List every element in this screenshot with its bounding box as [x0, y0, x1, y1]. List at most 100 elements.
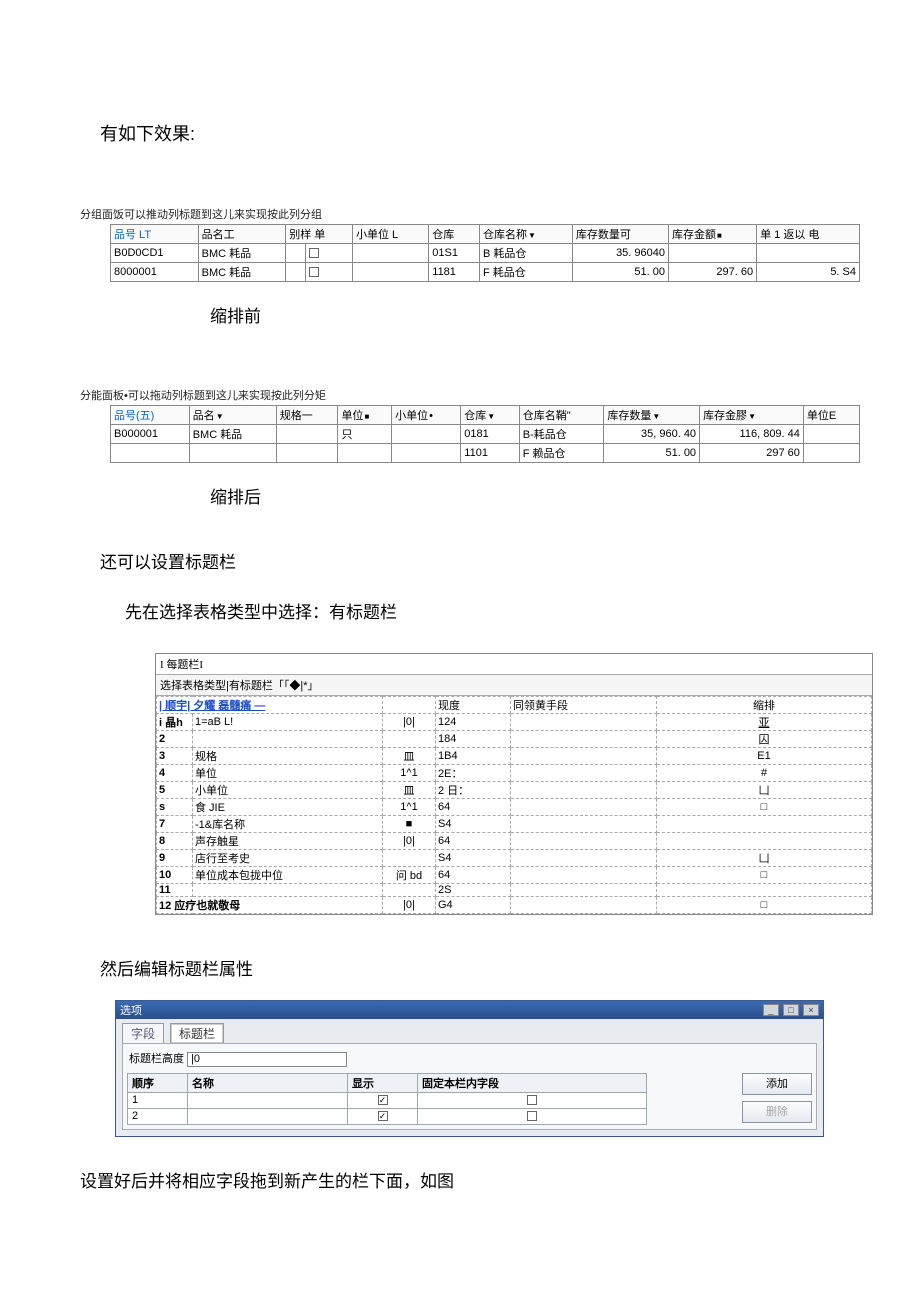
height-row: 标题栏高度 |0 — [129, 1050, 812, 1067]
cfg-col-seq[interactable]: | 顺宇| 夕耀 磊髓痛 — — [157, 697, 383, 714]
col-show[interactable]: 显示 — [348, 1073, 418, 1092]
col-lock[interactable]: 固定本栏内字段 — [418, 1073, 647, 1092]
config-row[interactable]: i 晶h1=aB L!|0|124亚 — [157, 714, 872, 731]
cell-chk[interactable] — [305, 263, 352, 282]
cfg-align: 皿 — [383, 782, 436, 799]
cfg-name: 1=aB L! — [193, 714, 383, 731]
cell-unit — [757, 244, 860, 263]
col-qty[interactable]: 库存数量可 — [572, 225, 668, 244]
table-row[interactable]: 1 — [128, 1092, 647, 1108]
cfg-col-width[interactable]: 现度 — [436, 697, 511, 714]
height-input[interactable]: |0 — [187, 1052, 347, 1067]
config-row[interactable]: 9店行至考史S4凵 — [157, 850, 872, 867]
cell-ucol — [803, 444, 859, 463]
cell-name[interactable] — [188, 1108, 348, 1124]
cfg-width: 64 — [436, 799, 511, 816]
cfg-align: ■ — [383, 816, 436, 833]
col-name[interactable]: 品名 — [189, 406, 276, 425]
cfg-seq: 9 — [157, 850, 193, 867]
cfg-align: 1^1 — [383, 765, 436, 782]
cfg-field — [511, 867, 657, 884]
config-row[interactable]: 7-1&库名称■S4 — [157, 816, 872, 833]
table-row: B0D0CD1 BMC 耗品 01S1 B 耗品仓 35. 96040 — [111, 244, 860, 263]
cfg-shrink — [657, 833, 872, 850]
cell-code: B000001 — [111, 425, 190, 444]
cfg-shrink: 凵 — [657, 850, 872, 867]
cfg-width: 64 — [436, 833, 511, 850]
close-icon[interactable]: × — [803, 1004, 819, 1016]
col-qty[interactable]: 库存数量 — [604, 406, 700, 425]
cfg-name: 单位成本包拢中位 — [193, 867, 383, 884]
checkbox-icon — [527, 1111, 537, 1121]
col-spec[interactable]: 规格一 — [276, 406, 338, 425]
cfg-name: 规格 — [193, 748, 383, 765]
col-code[interactable]: 品号(五) — [111, 406, 190, 425]
table-row: 1101 F 赖品仓 51. 00 297 60 — [111, 444, 860, 463]
col-spec[interactable]: 别样 单 — [286, 225, 353, 244]
cfg-seq: 12 应疗也就敬母 — [157, 897, 383, 914]
col-amt[interactable]: 库存金膠 — [700, 406, 804, 425]
cfg-col-field[interactable]: 同领黄手段 — [511, 697, 657, 714]
cfg-name: 店行至考史 — [193, 850, 383, 867]
cfg-shrink: □ — [657, 897, 872, 914]
cell-name[interactable] — [188, 1092, 348, 1108]
cfg-align: |0| — [383, 714, 436, 731]
cfg-seq: 7 — [157, 816, 193, 833]
cell-chk[interactable] — [305, 244, 352, 263]
cell-show[interactable] — [348, 1092, 418, 1108]
add-button[interactable]: 添加 — [742, 1073, 812, 1095]
col-ucol[interactable]: 单位E — [803, 406, 859, 425]
col-sunit[interactable]: 小单位 — [392, 406, 461, 425]
col-wh[interactable]: 仓库 — [461, 406, 519, 425]
cell-lock[interactable] — [418, 1108, 647, 1124]
col-seq[interactable]: 顺序 — [128, 1073, 188, 1092]
config-row[interactable]: 112S — [157, 884, 872, 897]
cfg-field — [511, 884, 657, 897]
config-row[interactable]: 8声存触星|0|64 — [157, 833, 872, 850]
cfg-shrink: □ — [657, 867, 872, 884]
col-amt[interactable]: 库存金额 — [669, 225, 757, 244]
section-text-2: 先在选择表格类型中选择：有标题栏 — [125, 598, 920, 623]
cell-spec — [286, 263, 305, 282]
col-code[interactable]: 品号 LT — [111, 225, 199, 244]
tab-titlebar[interactable]: 标题栏 — [170, 1023, 224, 1043]
col-sunit[interactable]: 小单位 L — [353, 225, 429, 244]
config-row[interactable]: 4单位1^12E：# — [157, 765, 872, 782]
dialog-titlebar[interactable]: 选项 _ □ × — [116, 1001, 823, 1019]
dialog-title: 选项 — [120, 1002, 142, 1018]
col-whname[interactable]: 仓库名称 — [479, 225, 572, 244]
delete-button[interactable]: 删除 — [742, 1101, 812, 1123]
col-wh[interactable]: 仓库 — [429, 225, 480, 244]
checkbox-icon — [378, 1111, 388, 1121]
config-row[interactable]: 3规格皿1B4E1 — [157, 748, 872, 765]
col-name[interactable]: 品名工 — [198, 225, 286, 244]
cfg-col-shrink[interactable]: 缩排 — [657, 697, 872, 714]
table-header-row: 品号(五) 品名 规格一 单位 小单位 仓库 仓库名鞘" 库存数量 库存金膠 单… — [111, 406, 860, 425]
config-tab[interactable]: I 每题栏I — [156, 654, 872, 675]
cfg-seq: i 晶h — [157, 714, 193, 731]
cell-show[interactable] — [348, 1108, 418, 1124]
minimize-icon[interactable]: _ — [763, 1004, 779, 1016]
cfg-seq: 11 — [157, 884, 193, 897]
config-row[interactable]: s食 JIE1^164□ — [157, 799, 872, 816]
table-row[interactable]: 2 — [128, 1108, 647, 1124]
config-row[interactable]: 10单位成本包拢中位问 bd64□ — [157, 867, 872, 884]
config-footer-row[interactable]: 12 应疗也就敬母|0|G4□ — [157, 897, 872, 914]
maximize-icon[interactable]: □ — [783, 1004, 799, 1016]
col-unit[interactable]: 单位 — [338, 406, 392, 425]
config-type-row[interactable]: 选择表格类型|有标题栏「「◆|*｣ — [156, 675, 872, 696]
cell-lock[interactable] — [418, 1092, 647, 1108]
tab-fields[interactable]: 字段 — [122, 1023, 164, 1043]
cell-amt — [669, 244, 757, 263]
config-row[interactable]: 5小单位皿2 日：凵 — [157, 782, 872, 799]
col-name[interactable]: 名称 — [188, 1073, 348, 1092]
config-row[interactable]: 2184囚 — [157, 731, 872, 748]
cfg-col-align[interactable] — [383, 697, 436, 714]
col-whname[interactable]: 仓库名鞘" — [519, 406, 604, 425]
cfg-field — [511, 833, 657, 850]
cfg-name: 小单位 — [193, 782, 383, 799]
cell-unit: 只 — [338, 425, 392, 444]
cfg-align: |0| — [383, 833, 436, 850]
col-unit[interactable]: 单 1 返以 电 — [757, 225, 860, 244]
cfg-shrink: 亚 — [657, 714, 872, 731]
